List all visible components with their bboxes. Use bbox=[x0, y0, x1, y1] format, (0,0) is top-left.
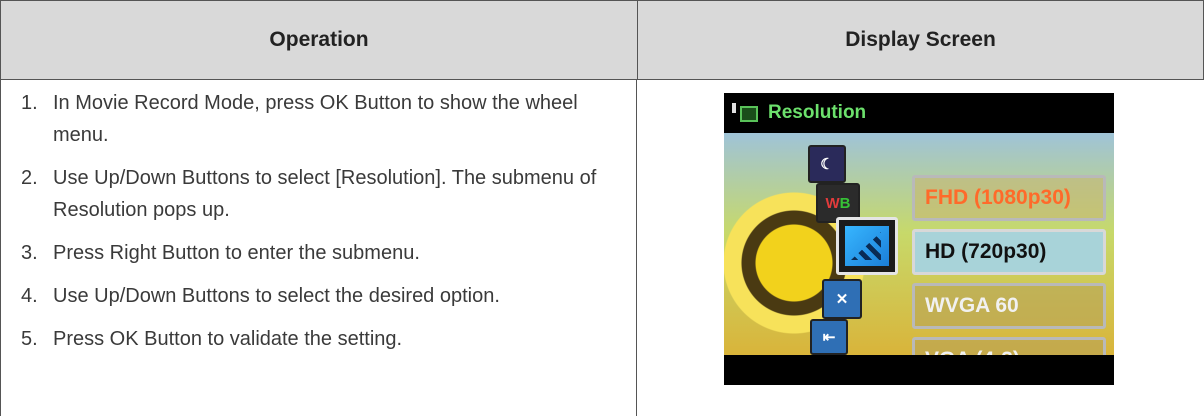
operation-table: Operation Display Screen 1. In Movie Rec… bbox=[0, 0, 1204, 416]
option-hd-selected[interactable]: HD (720p30) bbox=[912, 229, 1106, 275]
operation-cell: 1. In Movie Record Mode, press OK Button… bbox=[0, 79, 637, 416]
step-number: 5. bbox=[21, 328, 38, 350]
option-fhd[interactable]: FHD (1080p30) bbox=[912, 175, 1106, 221]
step-number: 3. bbox=[21, 242, 38, 264]
step-item: 5. Press OK Button to validate the setti… bbox=[21, 323, 621, 355]
step-item: 4. Use Up/Down Buttons to select the des… bbox=[21, 280, 621, 312]
exit-icon[interactable]: ⇤ bbox=[810, 319, 848, 355]
display-screen-image: Resolution ☾ WB ✕ ⇤ FHD (1080p30) HD (72… bbox=[724, 93, 1114, 385]
step-text: Press OK Button to validate the setting. bbox=[53, 328, 403, 350]
step-number: 4. bbox=[21, 285, 38, 307]
header-display-screen: Display Screen bbox=[845, 28, 996, 51]
night-mode-icon[interactable]: ☾ bbox=[808, 145, 846, 183]
table-header-row: Operation Display Screen bbox=[0, 0, 1204, 80]
step-text: In Movie Record Mode, press OK Button to… bbox=[53, 92, 578, 146]
movie-mode-icon bbox=[732, 103, 758, 125]
step-text: Use Up/Down Buttons to select [Resolutio… bbox=[53, 167, 597, 221]
step-item: 1. In Movie Record Mode, press OK Button… bbox=[21, 87, 621, 151]
resolution-icon[interactable] bbox=[836, 217, 898, 275]
header-operation: Operation bbox=[269, 28, 369, 51]
steps-list: 1. In Movie Record Mode, press OK Button… bbox=[21, 87, 621, 366]
step-text: Use Up/Down Buttons to select the desire… bbox=[53, 285, 500, 307]
wheel-menu: ☾ WB ✕ ⇤ bbox=[724, 133, 898, 355]
step-item: 2. Use Up/Down Buttons to select [Resolu… bbox=[21, 162, 621, 226]
step-item: 3. Press Right Button to enter the subme… bbox=[21, 237, 621, 269]
step-number: 1. bbox=[21, 92, 38, 114]
step-number: 2. bbox=[21, 167, 38, 189]
screen-title-bar: Resolution bbox=[724, 93, 1114, 133]
screen-bottom-bar bbox=[724, 355, 1114, 385]
option-wvga[interactable]: WVGA 60 bbox=[912, 283, 1106, 329]
sunflower-background: ☾ WB ✕ ⇤ FHD (1080p30) HD (720p30) WVGA … bbox=[724, 133, 1114, 383]
step-text: Press Right Button to enter the submenu. bbox=[53, 242, 420, 264]
screen-title: Resolution bbox=[768, 102, 867, 123]
settings-tool-icon[interactable]: ✕ bbox=[822, 279, 862, 319]
